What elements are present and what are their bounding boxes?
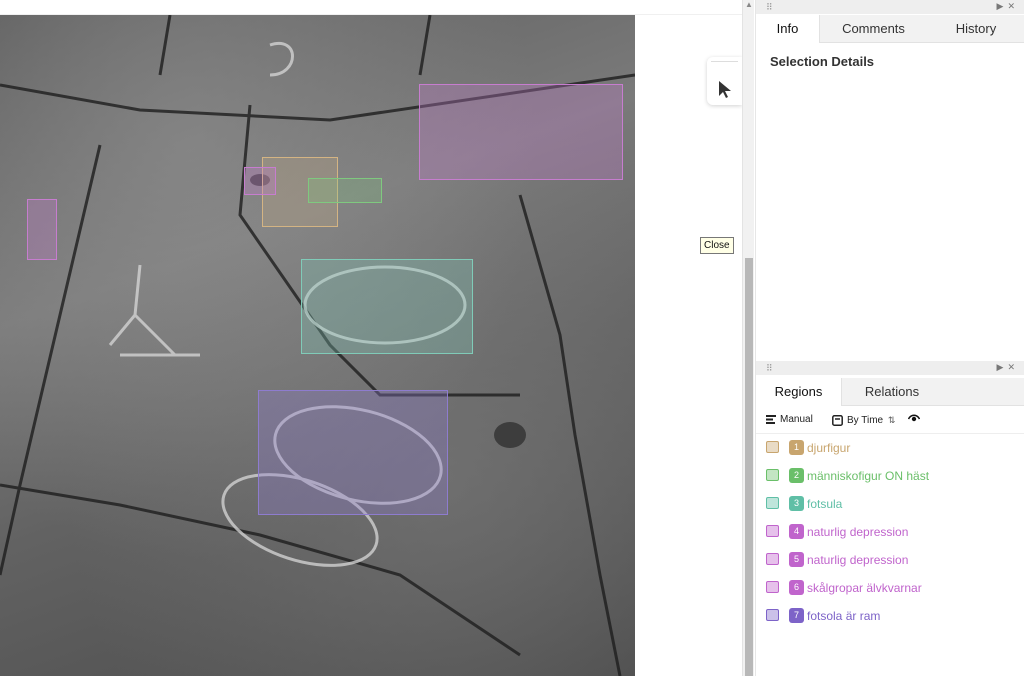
collapse-icon[interactable]: ▶ (997, 362, 1008, 372)
region-label: skålgropar älvkvarnar (807, 581, 922, 595)
eye-icon[interactable] (907, 413, 921, 427)
region-number-badge: 6 (789, 580, 804, 595)
regions-toolbar: Manual By Time ⇅ (756, 406, 1024, 434)
region-number-badge: 4 (789, 524, 804, 539)
region-number-badge: 5 (789, 552, 804, 567)
region-label: fotsula (807, 497, 843, 511)
manual-label: Manual (780, 414, 813, 425)
tool-panel-handle[interactable] (711, 61, 738, 65)
tab-history[interactable]: History (927, 15, 1024, 43)
region-box-3[interactable] (301, 259, 473, 354)
close-icon[interactable]: ✕ (1007, 362, 1019, 372)
regions-tabs: Regions Relations (756, 378, 1024, 406)
region-swatch-icon (766, 469, 779, 481)
region-list-item[interactable]: 1 djurfigur (766, 437, 1021, 459)
region-swatch-icon (766, 553, 779, 565)
selection-details-title: Selection Details (770, 54, 875, 69)
region-label: naturlig depression (807, 525, 909, 539)
region-swatch-icon (766, 525, 779, 537)
app-root: Close ▲ ⠿ ▶✕ Info Comments History Selec… (0, 0, 1024, 676)
tab-comments[interactable]: Comments (820, 15, 927, 43)
region-list-item[interactable]: 7 fotsola är ram (766, 605, 1021, 627)
scrollbar[interactable]: ▲ (742, 0, 754, 676)
region-list-item[interactable]: 4 naturlig depression (766, 521, 1021, 543)
region-box-6[interactable] (419, 84, 623, 180)
region-box-7[interactable] (258, 390, 448, 515)
regions-panel-header: ⠿ ▶✕ (756, 361, 1024, 375)
region-label: naturlig depression (807, 553, 909, 567)
by-time-order-button[interactable]: By Time ⇅ (832, 413, 895, 427)
region-swatch-icon (766, 581, 779, 593)
drag-handle-icon[interactable]: ⠿ (766, 2, 774, 12)
region-list-item[interactable]: 2 människofigur ON häst (766, 465, 1021, 487)
close-icon[interactable]: ✕ (1007, 1, 1019, 11)
clock-icon (832, 414, 843, 426)
collapse-icon[interactable]: ▶ (997, 1, 1008, 11)
region-list-item[interactable]: 5 naturlig depression (766, 549, 1021, 571)
region-list-item[interactable]: 3 fotsula (766, 493, 1021, 515)
region-list-item[interactable]: 6 skålgropar älvkvarnar (766, 577, 1021, 599)
pointer-tool-icon[interactable] (716, 79, 734, 99)
region-box-4[interactable] (244, 167, 276, 195)
close-tooltip: Close (700, 237, 734, 254)
region-label: djurfigur (807, 441, 851, 455)
viewer-top-bar (0, 0, 742, 15)
region-number-badge: 7 (789, 608, 804, 623)
region-number-badge: 3 (789, 496, 804, 511)
region-swatch-icon (766, 609, 779, 621)
region-number-badge: 1 (789, 440, 804, 455)
drag-handle-icon[interactable]: ⠿ (766, 363, 774, 373)
region-label: fotsola är ram (807, 609, 881, 623)
scrollbar-thumb[interactable] (745, 258, 753, 676)
info-tabs: Info Comments History (756, 15, 1024, 43)
region-swatch-icon (766, 441, 779, 453)
region-swatch-icon (766, 497, 779, 509)
region-box-5[interactable] (27, 199, 57, 260)
tab-relations[interactable]: Relations (842, 378, 942, 406)
side-panel: ⠿ ▶✕ Info Comments History Selection Det… (755, 0, 1024, 676)
region-label: människofigur ON häst (807, 469, 930, 483)
tool-panel (707, 57, 742, 105)
scroll-up-arrow-icon[interactable]: ▲ (745, 1, 753, 9)
tab-info[interactable]: Info (756, 15, 820, 43)
panel-controls: ▶✕ (997, 362, 1019, 373)
panel-controls: ▶✕ (997, 1, 1019, 12)
region-box-2[interactable] (308, 178, 382, 203)
rock-carving-photo[interactable] (0, 15, 635, 676)
manual-order-button[interactable]: Manual (766, 413, 813, 427)
sort-asc-icon[interactable]: ⇅ (888, 415, 896, 425)
region-number-badge: 2 (789, 468, 804, 483)
tab-regions[interactable]: Regions (756, 378, 842, 406)
info-panel-header: ⠿ ▶✕ (756, 0, 1024, 14)
by-time-label: By Time (847, 415, 884, 426)
image-viewer[interactable]: Close (0, 0, 742, 676)
list-icon (766, 414, 776, 424)
